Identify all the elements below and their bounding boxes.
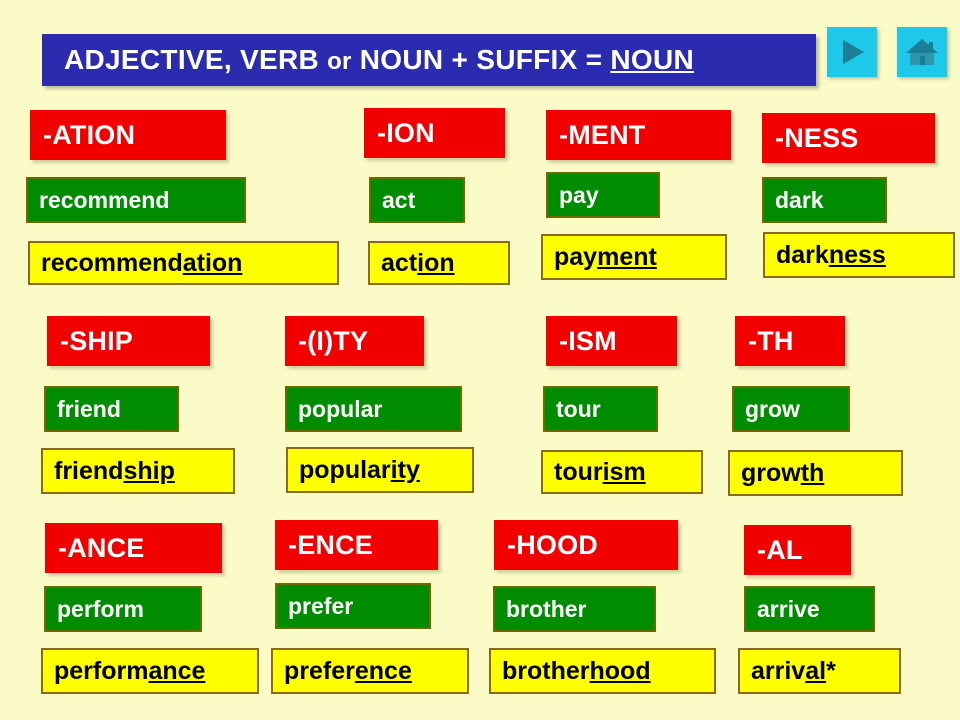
- base-word-brother: brother: [493, 586, 656, 632]
- title-part-2: NOUN + SUFFIX =: [351, 44, 611, 75]
- suffix-label-ation: -ATION: [30, 110, 226, 160]
- title-part-1: ADJECTIVE, VERB: [64, 44, 328, 75]
- suffix-label-ness: -NESS: [762, 113, 935, 163]
- derived-suffix: al: [805, 656, 827, 685]
- base-word-dark: dark: [762, 177, 887, 223]
- derived-suffix: ion: [417, 248, 455, 277]
- base-word-recommend: recommend: [26, 177, 246, 223]
- base-word-act: act: [369, 177, 465, 223]
- derived-stem: perform: [54, 656, 149, 685]
- base-word-popular: popular: [285, 386, 462, 432]
- base-word-prefer: prefer: [275, 583, 431, 629]
- derived-suffix: ship: [123, 456, 175, 485]
- derived-stem: tour: [554, 457, 603, 486]
- base-word-arrive: arrive: [744, 586, 875, 632]
- derived-word-payment: pay ment: [541, 234, 727, 280]
- derived-suffix: ence: [354, 656, 412, 685]
- derived-suffix: hood: [589, 656, 651, 685]
- derived-word-friendship: friend ship: [41, 448, 235, 494]
- derived-stem: brother: [502, 656, 590, 685]
- derived-stem: popular: [299, 455, 391, 484]
- derived-stem: prefer: [284, 656, 355, 685]
- derived-suffix: ment: [597, 242, 657, 271]
- suffix-label-ion: -ION: [364, 108, 505, 158]
- base-word-perform: perform: [44, 586, 202, 632]
- derived-word-preference: prefer ence: [271, 648, 469, 694]
- derived-word-growth: grow th: [728, 450, 903, 496]
- title-part-noun: NOUN: [610, 44, 695, 75]
- derived-word-brotherhood: brother hood: [489, 648, 716, 694]
- derived-suffix: th: [800, 458, 825, 487]
- suffix-label-hood: -HOOD: [494, 520, 678, 570]
- suffix-label-ance: -ANCE: [45, 523, 222, 573]
- home-button[interactable]: [897, 27, 947, 77]
- suffix-label-al: -AL: [744, 525, 851, 575]
- derived-word-arrival: arriv al *: [738, 648, 901, 694]
- derived-word-tourism: tour ism: [541, 450, 703, 494]
- base-word-grow: grow: [732, 386, 850, 432]
- derived-stem: arriv: [751, 656, 806, 685]
- derived-word-action: act ion: [368, 241, 510, 285]
- base-word-tour: tour: [543, 386, 658, 432]
- home-icon: [905, 36, 939, 68]
- derived-suffix: ism: [602, 457, 646, 486]
- slide-canvas: ADJECTIVE, VERB or NOUN + SUFFIX = NOUN …: [0, 0, 960, 720]
- derived-suffix: ance: [148, 656, 206, 685]
- derived-word-performance: perform ance: [41, 648, 259, 694]
- derived-word-recommendation: recommend ation: [28, 241, 339, 285]
- derived-word-darkness: dark ness: [763, 232, 955, 278]
- base-word-friend: friend: [44, 386, 179, 432]
- suffix-label-ism: -ISM: [546, 316, 677, 366]
- derived-tail: *: [826, 656, 836, 685]
- play-triangle-icon: [836, 36, 868, 68]
- next-slide-button[interactable]: [827, 27, 877, 77]
- derived-stem: dark: [776, 240, 829, 269]
- derived-stem: recommend: [41, 248, 183, 277]
- slide-title-banner: ADJECTIVE, VERB or NOUN + SUFFIX = NOUN: [42, 34, 816, 86]
- suffix-label-ment: -MENT: [546, 110, 731, 160]
- base-word-pay: pay: [546, 172, 660, 218]
- suffix-label-ence: -ENCE: [275, 520, 438, 570]
- derived-suffix: ation: [182, 248, 243, 277]
- suffix-label-th: -TH: [735, 316, 845, 366]
- derived-stem: act: [381, 248, 418, 277]
- derived-stem: friend: [54, 456, 124, 485]
- suffix-label-ity: -(I)TY: [285, 316, 424, 366]
- derived-stem: pay: [554, 242, 598, 271]
- derived-suffix: ity: [390, 455, 420, 484]
- derived-word-popularity: popular ity: [286, 447, 474, 493]
- derived-suffix: ness: [828, 240, 886, 269]
- suffix-label-ship: -SHIP: [47, 316, 210, 366]
- derived-stem: grow: [741, 458, 801, 487]
- page-title: ADJECTIVE, VERB or NOUN + SUFFIX = NOUN: [42, 44, 694, 76]
- title-part-or: or: [327, 48, 352, 75]
